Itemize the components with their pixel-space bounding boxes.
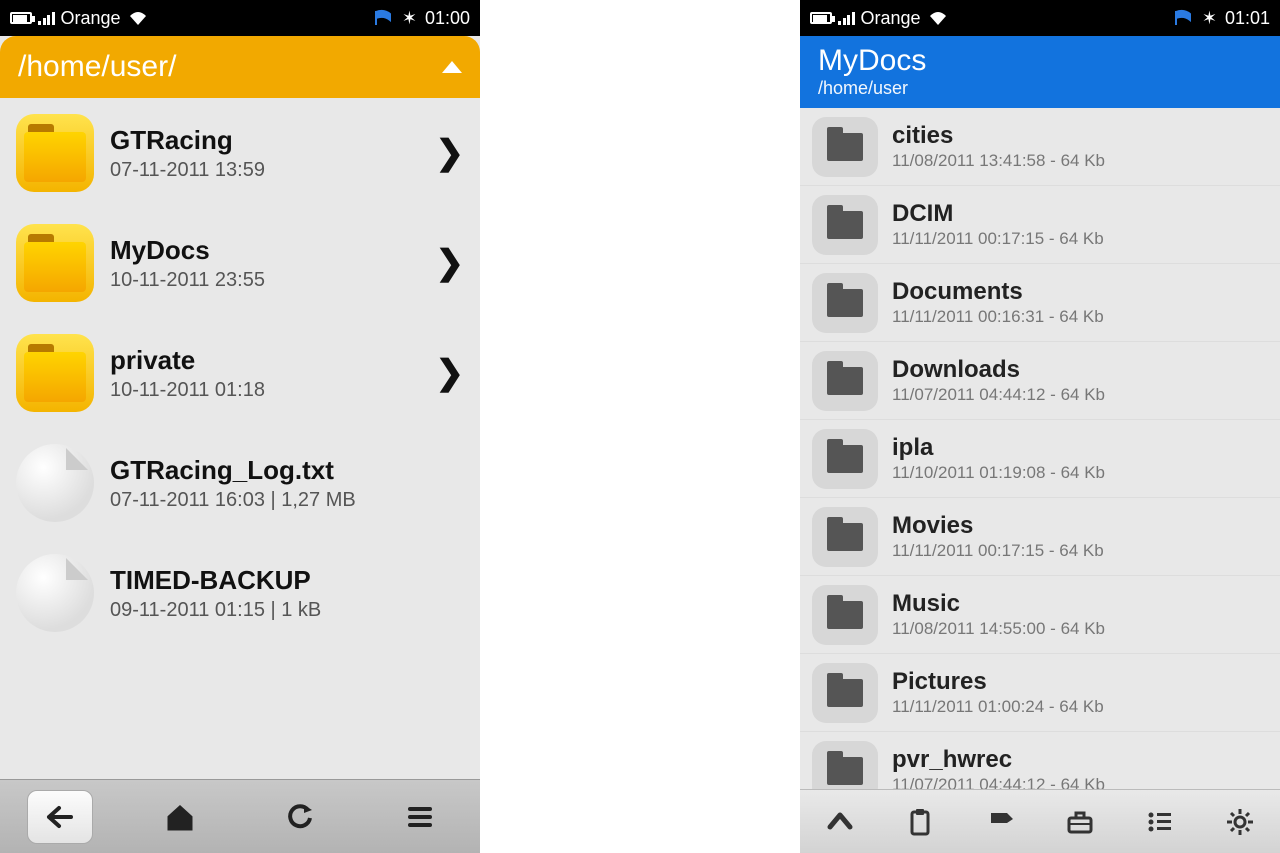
- item-name: GTRacing: [110, 125, 430, 156]
- home-button[interactable]: [147, 790, 213, 844]
- carrier-label: Orange: [861, 8, 921, 29]
- item-name: Downloads: [892, 356, 1105, 384]
- path-label: /home/user/: [18, 50, 176, 84]
- back-button[interactable]: [27, 790, 93, 844]
- folder-icon: [16, 224, 94, 302]
- refresh-button[interactable]: [267, 790, 333, 844]
- item-detail: 11/08/2011 13:41:58 - 64 Kb: [892, 151, 1105, 171]
- item-detail: 11/07/2011 04:44:12 - 64 Kb: [892, 385, 1105, 405]
- item-detail: 10-11-2011 23:55: [110, 269, 430, 292]
- list-item[interactable]: ipla11/10/2011 01:19:08 - 64 Kb: [800, 420, 1280, 498]
- flag-icon: [374, 10, 394, 26]
- signal-icon: [38, 12, 55, 25]
- item-detail: 11/10/2011 01:19:08 - 64 Kb: [892, 463, 1105, 483]
- status-bar: Orange ✶ 01:00: [0, 0, 480, 36]
- item-detail: 07-11-2011 13:59: [110, 159, 430, 182]
- item-detail: 10-11-2011 01:18: [110, 379, 430, 402]
- chevron-right-icon: ❯: [436, 133, 465, 173]
- collapse-up-icon: [442, 61, 462, 73]
- folder-icon: [812, 195, 878, 255]
- item-detail: 11/07/2011 04:44:12 - 64 Kb: [892, 775, 1105, 789]
- list-item[interactable]: cities11/08/2011 13:41:58 - 64 Kb: [800, 108, 1280, 186]
- chevron-right-icon: ❯: [436, 243, 465, 283]
- item-detail: 11/11/2011 00:17:15 - 64 Kb: [892, 541, 1104, 561]
- item-detail: 11/11/2011 01:00:24 - 64 Kb: [892, 697, 1104, 717]
- item-name: cities: [892, 122, 1105, 150]
- list-item[interactable]: Pictures11/11/2011 01:00:24 - 64 Kb: [800, 654, 1280, 732]
- wifi-icon: [927, 10, 949, 26]
- list-item[interactable]: pvr_hwrec11/07/2011 04:44:12 - 64 Kb: [800, 732, 1280, 789]
- bluetooth-icon: ✶: [402, 8, 417, 29]
- item-name: private: [110, 345, 430, 376]
- battery-icon: [10, 12, 32, 24]
- item-detail: 09-11-2011 01:15 | 1 kB: [110, 599, 464, 622]
- list-item[interactable]: GTRacing 07-11-2011 13:59 ❯: [0, 98, 480, 208]
- folder-icon: [812, 741, 878, 790]
- item-name: TIMED-BACKUP: [110, 565, 464, 596]
- file-icon: [16, 554, 94, 632]
- item-detail: 07-11-2011 16:03 | 1,27 MB: [110, 489, 464, 512]
- menu-button[interactable]: [387, 790, 453, 844]
- folder-icon: [812, 507, 878, 567]
- gap: [480, 0, 800, 853]
- signal-icon: [838, 12, 855, 25]
- list-item[interactable]: DCIM11/11/2011 00:17:15 - 64 Kb: [800, 186, 1280, 264]
- item-name: Pictures: [892, 668, 1104, 696]
- item-name: GTRacing_Log.txt: [110, 455, 464, 486]
- list-item[interactable]: Movies11/11/2011 00:17:15 - 64 Kb: [800, 498, 1280, 576]
- list-item[interactable]: TIMED-BACKUP 09-11-2011 01:15 | 1 kB: [0, 538, 480, 648]
- clipboard-button[interactable]: [895, 800, 945, 844]
- toolbox-button[interactable]: [1055, 800, 1105, 844]
- item-name: ipla: [892, 434, 1105, 462]
- folder-icon: [812, 117, 878, 177]
- item-name: DCIM: [892, 200, 1104, 228]
- list-item[interactable]: GTRacing_Log.txt 07-11-2011 16:03 | 1,27 …: [0, 428, 480, 538]
- folder-icon: [812, 585, 878, 645]
- item-name: MyDocs: [110, 235, 430, 266]
- folder-icon: [812, 273, 878, 333]
- flag-icon: [1174, 10, 1194, 26]
- wifi-icon: [127, 10, 149, 26]
- list-item[interactable]: Downloads11/07/2011 04:44:12 - 64 Kb: [800, 342, 1280, 420]
- file-icon: [16, 444, 94, 522]
- chevron-right-icon: ❯: [436, 353, 465, 393]
- folder-icon: [812, 429, 878, 489]
- settings-button[interactable]: [1215, 800, 1265, 844]
- item-detail: 11/08/2011 14:55:00 - 64 Kb: [892, 619, 1105, 639]
- item-name: Movies: [892, 512, 1104, 540]
- folder-path: /home/user: [818, 78, 1262, 99]
- bottom-toolbar: [0, 779, 480, 853]
- up-button[interactable]: [815, 800, 865, 844]
- item-name: Documents: [892, 278, 1104, 306]
- folder-icon: [16, 114, 94, 192]
- list-item[interactable]: private 10-11-2011 01:18 ❯: [0, 318, 480, 428]
- bookmark-button[interactable]: [975, 800, 1025, 844]
- bottom-toolbar: [800, 789, 1280, 853]
- list-view-button[interactable]: [1135, 800, 1185, 844]
- status-bar: Orange ✶ 01:01: [800, 0, 1280, 36]
- battery-icon: [810, 12, 832, 24]
- path-header[interactable]: /home/user/: [0, 36, 480, 98]
- carrier-label: Orange: [61, 8, 121, 29]
- clock-label: 01:01: [1225, 8, 1270, 29]
- list-item[interactable]: Music11/08/2011 14:55:00 - 64 Kb: [800, 576, 1280, 654]
- folder-icon: [16, 334, 94, 412]
- item-name: pvr_hwrec: [892, 746, 1105, 774]
- folder-title: MyDocs: [818, 44, 1262, 78]
- list-item[interactable]: Documents11/11/2011 00:16:31 - 64 Kb: [800, 264, 1280, 342]
- item-detail: 11/11/2011 00:16:31 - 64 Kb: [892, 307, 1104, 327]
- location-header[interactable]: MyDocs /home/user: [800, 36, 1280, 108]
- bluetooth-icon: ✶: [1202, 8, 1217, 29]
- screenshot-left: Orange ✶ 01:00 /home/user/ GTRacing 07-11…: [0, 0, 480, 853]
- clock-label: 01:00: [425, 8, 470, 29]
- item-name: Music: [892, 590, 1105, 618]
- folder-icon: [812, 663, 878, 723]
- file-list: GTRacing07-11-2011 13:59❯MyDocs10-11-201…: [0, 98, 480, 779]
- folder-icon: [812, 351, 878, 411]
- item-detail: 11/11/2011 00:17:15 - 64 Kb: [892, 229, 1104, 249]
- screenshot-right: Orange ✶ 01:01 MyDocs /home/user cities1…: [800, 0, 1280, 853]
- file-list: cities11/08/2011 13:41:58 - 64 KbDCIM11/…: [800, 108, 1280, 789]
- list-item[interactable]: MyDocs 10-11-2011 23:55 ❯: [0, 208, 480, 318]
